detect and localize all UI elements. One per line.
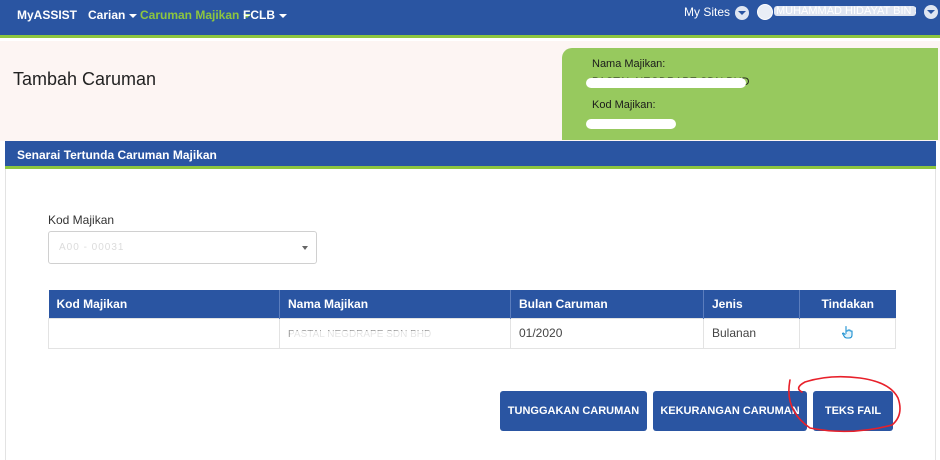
section-header: Senarai Tertunda Caruman Majikan — [5, 141, 936, 169]
kod-majikan-select[interactable]: A00 - 00031 — [48, 231, 317, 264]
my-sites-menu[interactable]: My Sites — [684, 5, 750, 20]
avatar[interactable] — [757, 4, 773, 20]
cell-nama-majikan: PASTAL NEGDRAPE SDN BHD — [279, 317, 511, 349]
column-header-nama-majikan[interactable]: Nama Majikan — [279, 290, 511, 318]
employer-code-label: Kod Majikan: — [592, 99, 656, 111]
tunggakan-caruman-button[interactable]: TUNGGAKAN CARUMAN — [500, 391, 647, 431]
pointer-hand-icon[interactable] — [841, 325, 854, 342]
caret-down-icon — [279, 13, 287, 18]
employer-name-label: Nama Majikan: — [592, 58, 666, 70]
page-title: Tambah Caruman — [13, 69, 157, 89]
nav-menu-fclb-label: FCLB — [243, 8, 275, 22]
caret-down-icon — [129, 13, 138, 18]
redaction-mark — [586, 119, 676, 129]
redaction-mark — [55, 243, 165, 251]
nav-menu-fclb[interactable]: FCLB — [243, 8, 287, 22]
cell-kod-majikan — [48, 317, 280, 349]
section-title: Senarai Tertunda Caruman Majikan — [17, 148, 217, 162]
chevron-down-icon — [735, 5, 750, 20]
nav-menu-carian-label: Carian — [88, 8, 126, 22]
employer-info-panel: Nama Majikan: PASTAL NEGDRAPE SDN BHD Ko… — [562, 48, 938, 140]
table-row[interactable]: PASTAL NEGDRAPE SDN BHD 01/2020 Bulanan — [48, 317, 896, 349]
brand-link[interactable]: MyASSIST — [17, 8, 77, 22]
kod-majikan-label: Kod Majikan — [48, 213, 115, 227]
top-navbar: MyASSIST Carian Caruman Majikan FCLB My … — [0, 0, 940, 38]
column-header-bulan-caruman[interactable]: Bulan Caruman — [510, 290, 704, 318]
my-sites-label: My Sites — [684, 5, 731, 19]
cell-bulan-caruman: 01/2020 — [510, 317, 704, 349]
caret-down-icon — [302, 246, 308, 250]
redaction-mark — [774, 6, 916, 16]
teks-fail-button[interactable]: TEKS FAIL — [813, 391, 893, 431]
table-header-row: Kod Majikan Nama Majikan Bulan Caruman J… — [48, 290, 896, 318]
cell-jenis: Bulanan — [703, 317, 800, 349]
redaction-mark — [586, 78, 746, 88]
user-menu-chevron-icon[interactable] — [924, 5, 938, 19]
redaction-mark — [290, 330, 455, 338]
column-header-tindakan: Tindakan — [799, 290, 896, 318]
nav-menu-caruman-majikan[interactable]: Caruman Majikan — [140, 8, 252, 22]
nav-menu-caruman-majikan-label: Caruman Majikan — [140, 8, 240, 22]
kekurangan-caruman-button[interactable]: KEKURANGAN CARUMAN — [653, 391, 807, 431]
column-header-kod-majikan[interactable]: Kod Majikan — [48, 290, 280, 318]
pending-contributions-table: Kod Majikan Nama Majikan Bulan Caruman J… — [48, 290, 896, 349]
nav-menu-carian[interactable]: Carian — [88, 8, 138, 22]
column-header-jenis[interactable]: Jenis — [703, 290, 800, 318]
cell-tindakan — [799, 317, 896, 349]
